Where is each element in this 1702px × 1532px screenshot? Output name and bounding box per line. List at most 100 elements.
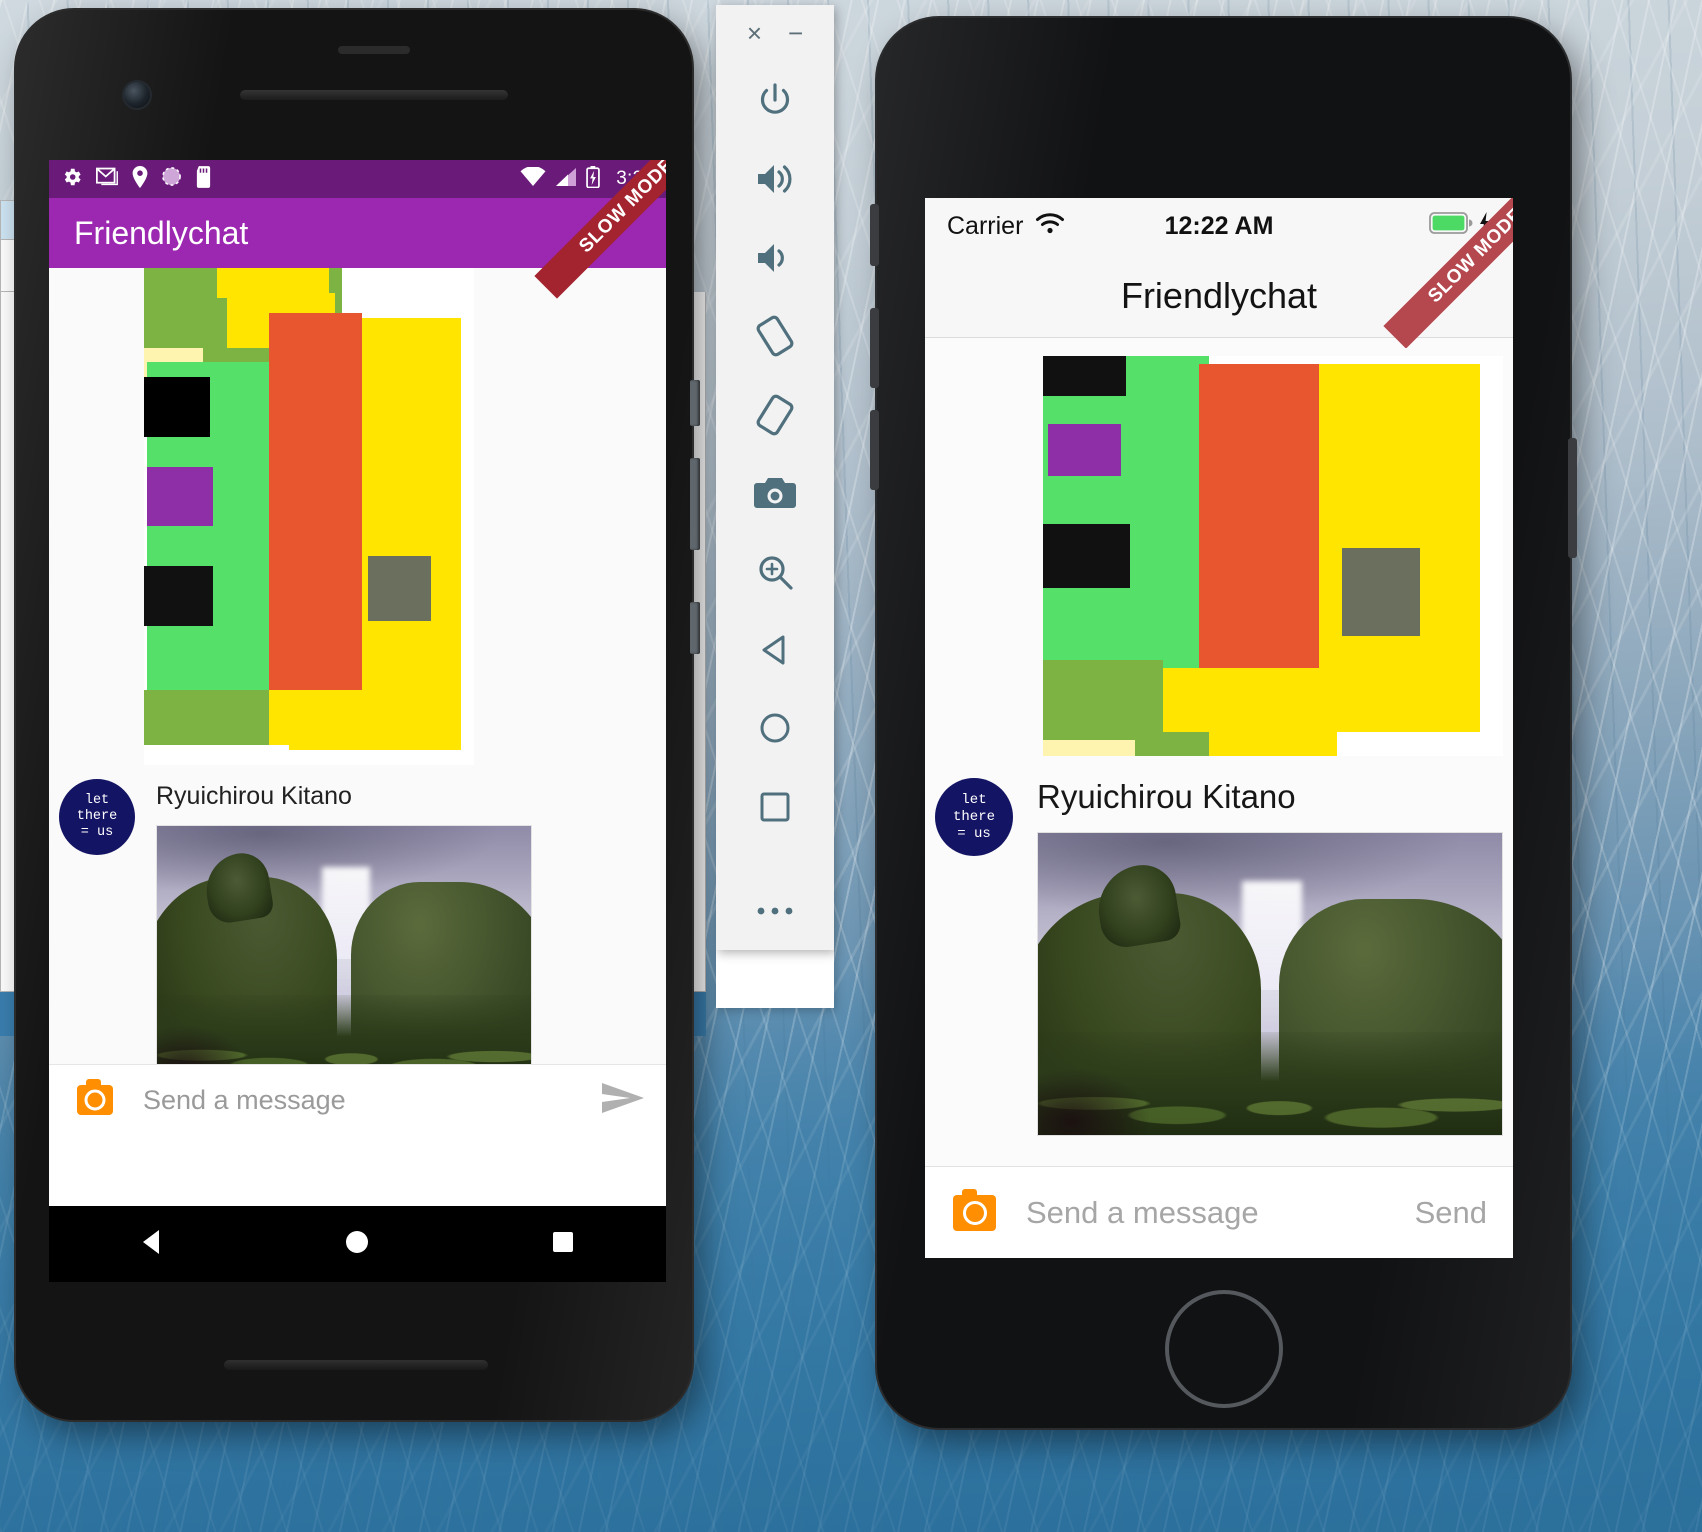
android-status-clock: 3:21	[616, 168, 654, 189]
android-message-input[interactable]: Send a message	[143, 1085, 602, 1116]
android-message-list[interactable]: let there = us Ryuichirou Kitano Send a …	[49, 268, 666, 1135]
ios-input-bar[interactable]: Send a message Send	[925, 1166, 1513, 1258]
camera-icon[interactable]	[953, 1188, 996, 1231]
avatar-line-2: there	[952, 808, 995, 825]
volume-down-button[interactable]	[716, 219, 834, 297]
wifi-icon	[520, 165, 546, 192]
android-extra-button[interactable]	[690, 602, 700, 654]
power-icon	[755, 81, 795, 121]
waterfall-photo[interactable]	[1037, 832, 1503, 1136]
android-nav-bar[interactable]	[49, 1206, 666, 1282]
back-triangle-icon	[756, 631, 794, 669]
battery-icon	[1429, 211, 1473, 241]
ios-volume-up-button[interactable]	[870, 308, 879, 388]
ios-carrier-group: Carrier	[947, 212, 1065, 241]
waterfall-photo[interactable]	[156, 825, 532, 1083]
camera-icon	[753, 475, 797, 511]
send-button[interactable]: Send	[1415, 1195, 1487, 1231]
android-front-camera	[124, 82, 150, 108]
gmail-icon	[96, 166, 119, 192]
ios-message-body: Ryuichirou Kitano	[1037, 778, 1503, 1136]
rotate-right-button[interactable]	[716, 376, 834, 454]
android-emulator-device: 3:21 Friendlychat let there = us Ryuichi…	[16, 10, 700, 1420]
screenshot-button[interactable]	[716, 454, 834, 532]
ios-battery-group	[1429, 211, 1491, 241]
ios-volume-down-button[interactable]	[870, 410, 879, 490]
android-status-left-icons	[61, 165, 212, 193]
ios-silent-switch[interactable]	[870, 204, 879, 266]
more-dots-icon	[755, 904, 795, 918]
ios-nav-bar: Friendlychat	[925, 254, 1513, 338]
home-circle-icon	[756, 709, 794, 747]
abstract-color-blocks-image[interactable]	[1043, 356, 1503, 756]
sd-card-icon	[195, 165, 212, 193]
send-arrow-icon[interactable]	[602, 1082, 644, 1118]
volume-up-icon	[754, 159, 796, 199]
message-sender-name: Ryuichirou Kitano	[1037, 778, 1296, 815]
ios-carrier-label: Carrier	[947, 211, 1024, 240]
ios-message-row[interactable]: let there = us Ryuichirou Kitano	[925, 756, 1513, 1136]
avatar-line-3: = us	[80, 825, 114, 840]
android-app-title: Friendlychat	[74, 214, 249, 251]
photo-dark-corner	[1038, 1068, 1150, 1135]
location-pin-icon	[132, 165, 148, 193]
android-message-body: Ryuichirou Kitano	[156, 779, 532, 1083]
power-button[interactable]	[716, 62, 834, 140]
avatar[interactable]: let there = us	[59, 779, 135, 855]
charging-bolt-icon	[1479, 211, 1491, 241]
rotate-right-icon	[753, 394, 797, 436]
avatar-line-1: let	[84, 793, 110, 808]
zoom-button[interactable]	[716, 532, 834, 610]
ios-status-clock: 12:22 AM	[1164, 211, 1274, 240]
magnifier-plus-icon	[755, 552, 795, 592]
minimize-icon[interactable]: −	[788, 20, 803, 46]
ios-message-input[interactable]: Send a message	[1026, 1195, 1415, 1231]
recents-square-icon[interactable]	[546, 1225, 580, 1264]
android-app-bar: Friendlychat	[49, 198, 666, 268]
android-status-bar: 3:21	[49, 160, 666, 198]
emulator-toolbar[interactable]: × −	[716, 5, 834, 950]
android-bottom-speaker	[224, 1360, 488, 1370]
android-volume-button[interactable]	[690, 458, 700, 550]
emulator-window-buttons[interactable]: × −	[716, 5, 834, 62]
avatar-line-1: let	[961, 791, 987, 808]
battery-charging-icon	[586, 165, 601, 193]
cellular-signal-icon	[555, 167, 577, 192]
ios-message-list[interactable]: let there = us Ryuichirou Kitano	[925, 338, 1513, 1168]
android-power-button[interactable]	[690, 380, 700, 426]
volume-down-icon	[754, 238, 796, 278]
android-status-right-icons: 3:21	[520, 165, 654, 193]
ios-status-bar: Carrier 12:22 AM	[925, 198, 1513, 254]
home-button[interactable]	[716, 689, 834, 767]
message-sender-name: Ryuichirou Kitano	[156, 782, 352, 810]
more-button[interactable]	[716, 872, 834, 950]
camera-icon[interactable]	[77, 1079, 113, 1115]
avatar-line-3: = us	[957, 825, 991, 842]
ios-nav-title: Friendlychat	[1120, 274, 1318, 316]
emulator-toolbar-extension	[716, 950, 834, 1008]
android-input-bar[interactable]: Send a message	[49, 1064, 666, 1135]
avatar-line-2: there	[76, 809, 118, 824]
ios-power-button[interactable]	[1568, 438, 1577, 558]
android-screen: 3:21 Friendlychat let there = us Ryuichi…	[49, 160, 666, 1206]
volume-up-button[interactable]	[716, 140, 834, 218]
ios-screen: Carrier 12:22 AM Friendlychat let there …	[925, 198, 1513, 1258]
gear-icon	[61, 166, 83, 193]
android-message-row[interactable]: let there = us Ryuichirou Kitano	[49, 765, 666, 1083]
close-icon[interactable]: ×	[747, 20, 762, 46]
back-button[interactable]	[716, 611, 834, 689]
ios-simulator-device: Carrier 12:22 AM Friendlychat let there …	[870, 18, 1577, 1428]
ios-home-button[interactable]	[1164, 1290, 1283, 1408]
android-top-slot	[338, 46, 410, 54]
overview-button[interactable]	[716, 768, 834, 846]
sync-circle-icon	[161, 166, 182, 192]
android-earpiece	[240, 90, 508, 100]
back-triangle-icon[interactable]	[135, 1225, 169, 1264]
rotate-left-button[interactable]	[716, 297, 834, 375]
wifi-icon	[1035, 212, 1065, 241]
overview-square-icon	[756, 788, 794, 826]
home-circle-icon[interactable]	[340, 1225, 374, 1264]
avatar[interactable]: let there = us	[935, 778, 1013, 856]
abstract-color-blocks-image[interactable]	[144, 268, 474, 765]
rotate-left-icon	[753, 315, 797, 357]
